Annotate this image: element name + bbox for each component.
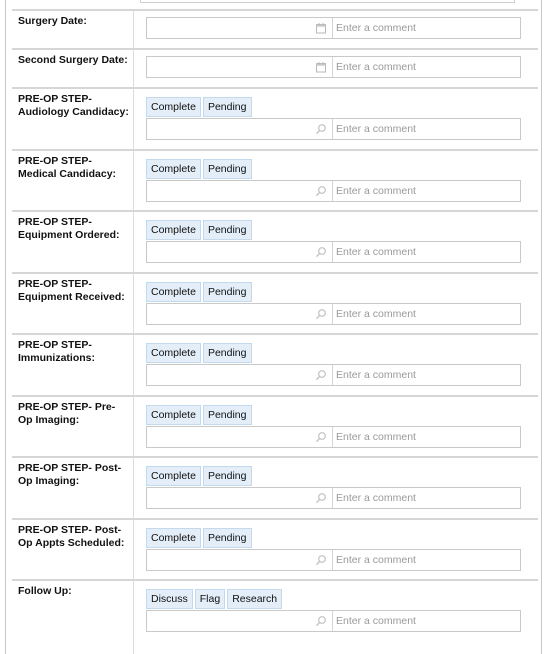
pending-button[interactable]: Pending xyxy=(202,405,252,425)
lookup-input[interactable] xyxy=(147,242,333,262)
lookup-input[interactable] xyxy=(147,488,333,508)
complete-button[interactable]: Complete xyxy=(146,466,201,486)
comment-input[interactable] xyxy=(333,550,520,570)
medical-candidacy-field xyxy=(146,180,521,202)
row-second-surgery-date: Second Surgery Date: xyxy=(12,48,538,87)
form-panel: Surgery Date: Second Surgery Date: xyxy=(5,0,542,654)
status-button-group: Complete Pending xyxy=(146,97,252,117)
status-button-group: Discuss Flag Research xyxy=(146,589,283,609)
second-surgery-date-field xyxy=(146,56,521,78)
status-button-group: Complete Pending xyxy=(146,343,252,363)
complete-button[interactable]: Complete xyxy=(146,220,201,240)
field-label: PRE-OP STEP- Medical Candidacy: xyxy=(18,155,117,180)
row-post-op-imaging: PRE-OP STEP- Post-Op Imaging: Complete Pe… xyxy=(12,456,538,518)
complete-button[interactable]: Complete xyxy=(146,159,201,179)
pre-op-imaging-field xyxy=(146,426,521,448)
search-icon[interactable] xyxy=(315,492,327,504)
lookup-input[interactable] xyxy=(147,427,333,447)
row-follow-up: Follow Up: Discuss Flag Research xyxy=(12,579,538,654)
search-icon[interactable] xyxy=(315,369,327,381)
row-medical-candidacy: PRE-OP STEP- Medical Candidacy: Complete… xyxy=(12,149,538,210)
comment-input[interactable] xyxy=(333,304,520,324)
lookup-input[interactable] xyxy=(147,304,333,324)
flag-button[interactable]: Flag xyxy=(194,589,226,609)
calendar-icon[interactable] xyxy=(315,22,327,34)
comment-input[interactable] xyxy=(333,57,520,77)
row-audiology-candidacy: PRE-OP STEP- Audiology Candidacy: Comple… xyxy=(12,87,538,149)
comment-input[interactable] xyxy=(333,488,520,508)
search-icon[interactable] xyxy=(315,308,327,320)
field-label: PRE-OP STEP- Immunizations: xyxy=(18,339,96,364)
status-button-group: Complete Pending xyxy=(146,466,252,486)
date-input[interactable] xyxy=(147,18,333,38)
date-input[interactable] xyxy=(147,57,333,77)
comment-input[interactable] xyxy=(333,611,520,631)
follow-up-field xyxy=(146,610,521,632)
search-icon[interactable] xyxy=(315,185,327,197)
pending-button[interactable]: Pending xyxy=(202,220,252,240)
field-label: PRE-OP STEP- Audiology Candidacy: xyxy=(18,93,129,118)
status-button-group: Complete Pending xyxy=(146,282,252,302)
lookup-input[interactable] xyxy=(147,365,333,385)
lookup-input[interactable] xyxy=(147,611,333,631)
complete-button[interactable]: Complete xyxy=(146,528,201,548)
lookup-input[interactable] xyxy=(147,181,333,201)
row-immunizations: PRE-OP STEP- Immunizations: Complete Pend… xyxy=(12,333,538,395)
surgery-date-field xyxy=(146,17,521,39)
audiology-candidacy-field xyxy=(146,118,521,140)
status-button-group: Complete Pending xyxy=(146,159,252,179)
search-icon[interactable] xyxy=(315,615,327,627)
pending-button[interactable]: Pending xyxy=(202,343,252,363)
post-op-appts-scheduled-field xyxy=(146,549,521,571)
row-surgery-date: Surgery Date: xyxy=(12,9,538,48)
complete-button[interactable]: Complete xyxy=(146,282,201,302)
field-label: Follow Up: xyxy=(18,585,72,597)
pending-button[interactable]: Pending xyxy=(202,282,252,302)
complete-button[interactable]: Complete xyxy=(146,405,201,425)
complete-button[interactable]: Complete xyxy=(146,343,201,363)
comment-input[interactable] xyxy=(333,365,520,385)
search-icon[interactable] xyxy=(315,431,327,443)
pending-button[interactable]: Pending xyxy=(202,97,252,117)
status-button-group: Complete Pending xyxy=(146,405,252,425)
pending-button[interactable]: Pending xyxy=(202,159,252,179)
field-label: PRE-OP STEP- Post-Op Imaging: xyxy=(18,462,122,487)
field-label: PRE-OP STEP- Pre-Op Imaging: xyxy=(18,401,116,426)
equipment-ordered-field xyxy=(146,241,521,263)
equipment-received-field xyxy=(146,303,521,325)
lookup-input[interactable] xyxy=(147,550,333,570)
research-button[interactable]: Research xyxy=(227,589,283,609)
post-op-imaging-field xyxy=(146,487,521,509)
field-label: Second Surgery Date: xyxy=(18,54,128,66)
search-icon[interactable] xyxy=(315,554,327,566)
field-label: PRE-OP STEP- Equipment Received: xyxy=(18,278,125,303)
row-equipment-received: PRE-OP STEP- Equipment Received: Complet… xyxy=(12,272,538,333)
search-icon[interactable] xyxy=(315,246,327,258)
row-equipment-ordered: PRE-OP STEP- Equipment Ordered: Complete… xyxy=(12,210,538,272)
discuss-button[interactable]: Discuss xyxy=(146,589,193,609)
row-pre-op-imaging: PRE-OP STEP- Pre-Op Imaging: Complete Pen… xyxy=(12,395,538,456)
comment-input[interactable] xyxy=(333,427,520,447)
comment-input[interactable] xyxy=(333,18,520,38)
field-label: PRE-OP STEP- Equipment Ordered: xyxy=(18,216,120,241)
status-button-group: Complete Pending xyxy=(146,220,252,240)
comment-input[interactable] xyxy=(333,119,520,139)
field-label: PRE-OP STEP- Post-Op Appts Scheduled: xyxy=(18,524,125,549)
field-label: Surgery Date: xyxy=(18,15,87,27)
search-icon[interactable] xyxy=(315,123,327,135)
pending-button[interactable]: Pending xyxy=(202,528,252,548)
previous-field-partial xyxy=(140,0,515,3)
comment-input[interactable] xyxy=(333,242,520,262)
calendar-icon[interactable] xyxy=(315,61,327,73)
row-post-op-appts-scheduled: PRE-OP STEP- Post-Op Appts Scheduled: Co… xyxy=(12,518,538,579)
status-button-group: Complete Pending xyxy=(146,528,252,548)
lookup-input[interactable] xyxy=(147,119,333,139)
complete-button[interactable]: Complete xyxy=(146,97,201,117)
immunizations-field xyxy=(146,364,521,386)
pending-button[interactable]: Pending xyxy=(202,466,252,486)
comment-input[interactable] xyxy=(333,181,520,201)
